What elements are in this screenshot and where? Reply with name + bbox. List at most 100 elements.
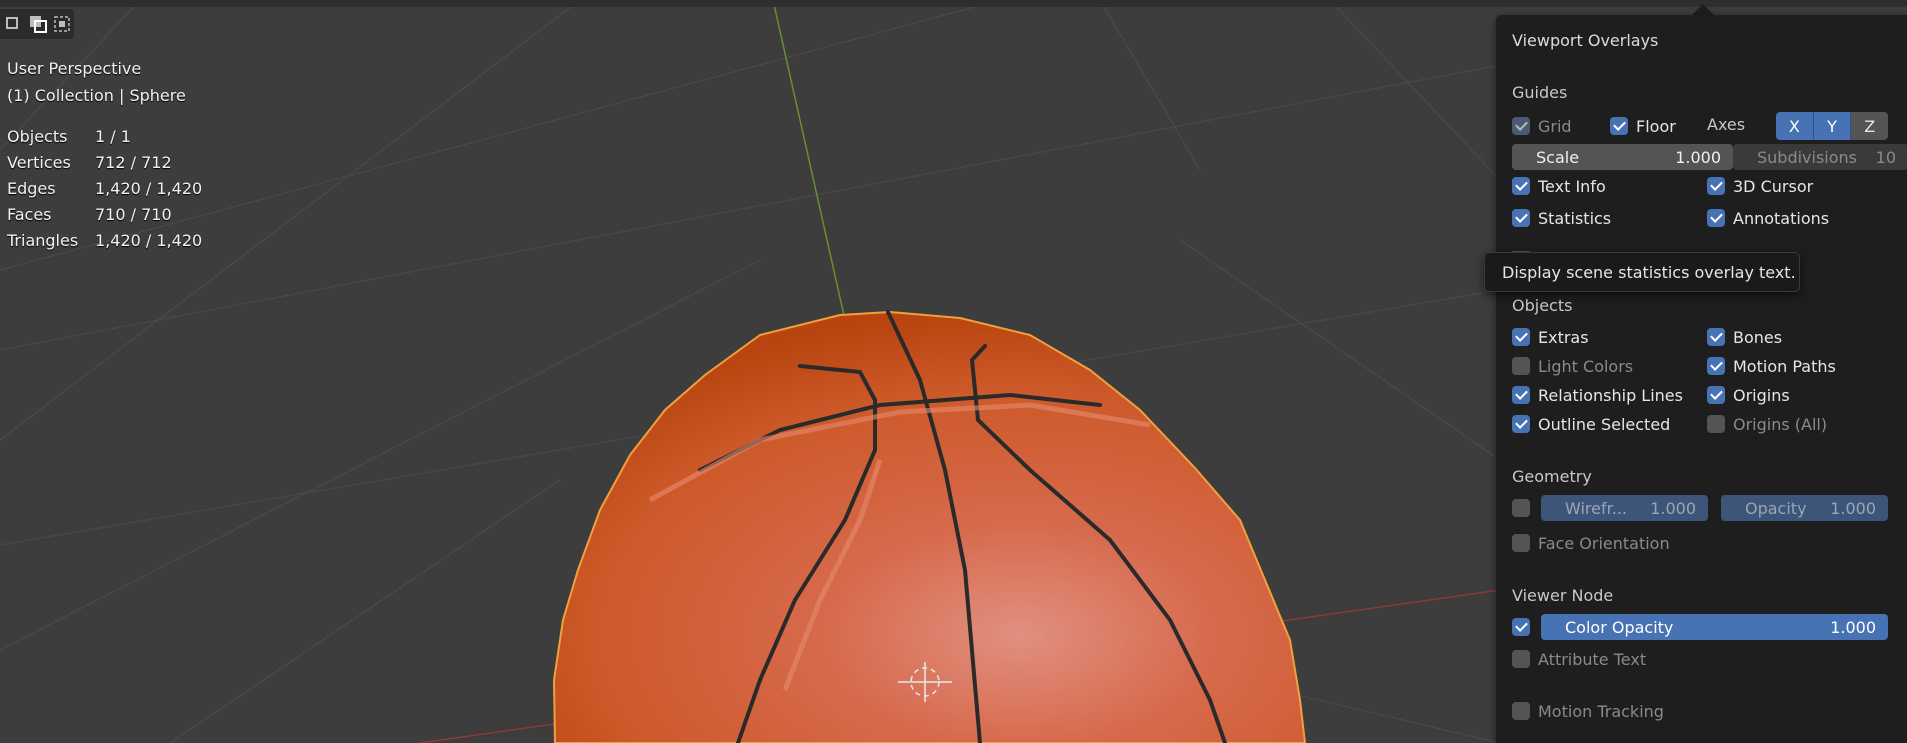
stat-row: Edges 1,420 / 1,420 (7, 176, 202, 202)
face-orientation-label: Face Orientation (1538, 533, 1670, 553)
floor-checkbox[interactable] (1610, 117, 1628, 135)
stat-row: Faces 710 / 710 (7, 202, 202, 228)
annotations-checkbox[interactable] (1707, 209, 1725, 227)
motion-paths-toggle[interactable]: Motion Paths (1707, 355, 1836, 377)
3d-cursor-label: 3D Cursor (1733, 176, 1814, 196)
origins-all-label: Origins (All) (1733, 414, 1828, 434)
bones-checkbox[interactable] (1707, 328, 1725, 346)
wireframe-toggle[interactable] (1512, 497, 1538, 519)
light-colors-checkbox[interactable] (1512, 357, 1530, 375)
color-opacity-checkbox[interactable] (1512, 618, 1530, 636)
motion-paths-checkbox[interactable] (1707, 357, 1725, 375)
face-orientation-checkbox[interactable] (1512, 534, 1530, 552)
box-select-icon[interactable] (52, 14, 72, 34)
tooltip-text: Display scene statistics overlay text. (1502, 262, 1796, 282)
color-opacity-label: Color Opacity (1565, 617, 1674, 637)
objects-heading: Objects (1512, 296, 1573, 315)
stat-value: 710 / 710 (95, 205, 172, 224)
subdivisions-value: 10 (1875, 147, 1896, 167)
relationship-lines-label: Relationship Lines (1538, 385, 1683, 405)
3d-cursor-checkbox[interactable] (1707, 177, 1725, 195)
scale-field[interactable]: Scale 1.000 (1512, 144, 1733, 170)
extras-checkbox[interactable] (1512, 328, 1530, 346)
axis-x-toggle[interactable]: X (1776, 112, 1814, 140)
viewer-node-heading: Viewer Node (1512, 586, 1614, 605)
color-opacity-value: 1.000 (1830, 617, 1876, 637)
collection-object: (1) Collection | Sphere (7, 86, 186, 105)
stat-label: Triangles (7, 231, 79, 250)
annotations-label: Annotations (1733, 208, 1830, 228)
statistics-checkbox[interactable] (1512, 209, 1530, 227)
axes-label: Axes (1707, 115, 1746, 134)
viewport-header (0, 0, 1907, 7)
bones-toggle[interactable]: Bones (1707, 326, 1782, 348)
viewport-overlays-panel: Viewport Overlays Guides Grid Floor Axes… (1496, 15, 1907, 743)
scale-value: 1.000 (1675, 147, 1721, 167)
guides-heading: Guides (1512, 83, 1568, 102)
grid-checkbox[interactable] (1512, 117, 1530, 135)
motion-tracking-label: Motion Tracking (1538, 701, 1664, 721)
stat-value: 1 / 1 (95, 127, 131, 146)
stat-label: Objects (7, 127, 68, 146)
origins-checkbox[interactable] (1707, 386, 1725, 404)
axis-y-toggle[interactable]: Y (1813, 112, 1852, 140)
axes-toggle-group: X Y Z (1776, 112, 1888, 140)
stat-value: 712 / 712 (95, 153, 172, 172)
stat-value: 1,420 / 1,420 (95, 179, 203, 198)
grid-toggle[interactable]: Grid (1512, 115, 1572, 137)
wireframe-field[interactable]: Wirefr... 1.000 (1541, 495, 1708, 521)
annotations-toggle[interactable]: Annotations (1707, 207, 1829, 229)
attribute-text-label: Attribute Text (1538, 649, 1647, 669)
grid-label: Grid (1538, 116, 1572, 136)
color-opacity-field[interactable]: Color Opacity 1.000 (1541, 614, 1888, 640)
3d-cursor-toggle[interactable]: 3D Cursor (1707, 175, 1813, 197)
floor-label: Floor (1636, 116, 1676, 136)
opacity-label: Opacity (1745, 498, 1807, 518)
color-opacity-toggle[interactable] (1512, 616, 1538, 638)
light-colors-label: Light Colors (1538, 356, 1634, 376)
face-orientation-toggle[interactable]: Face Orientation (1512, 532, 1670, 554)
panel-title: Viewport Overlays (1512, 31, 1659, 50)
stat-row: Objects 1 / 1 (7, 124, 202, 150)
origins-label: Origins (1733, 385, 1790, 405)
relationship-lines-toggle[interactable]: Relationship Lines (1512, 384, 1683, 406)
attribute-text-checkbox[interactable] (1512, 650, 1530, 668)
statistics-tooltip: Display scene statistics overlay text. (1484, 252, 1800, 292)
stat-value: 1,420 / 1,420 (95, 231, 203, 250)
subdivisions-label: Subdivisions (1757, 147, 1858, 167)
subdivisions-field[interactable]: Subdivisions 10 (1733, 144, 1907, 170)
opacity-field[interactable]: Opacity 1.000 (1721, 495, 1888, 521)
scale-label: Scale (1536, 147, 1580, 167)
origins-all-checkbox[interactable] (1707, 415, 1725, 433)
opacity-value: 1.000 (1830, 498, 1876, 518)
text-info-label: Text Info (1538, 176, 1606, 196)
motion-tracking-checkbox[interactable] (1512, 702, 1530, 720)
outline-selected-checkbox[interactable] (1512, 415, 1530, 433)
bones-label: Bones (1733, 327, 1783, 347)
statistics-toggle[interactable]: Statistics (1512, 207, 1611, 229)
extend-mode-icon[interactable] (28, 14, 48, 34)
extras-toggle[interactable]: Extras (1512, 326, 1589, 348)
extras-label: Extras (1538, 327, 1589, 347)
stat-row: Triangles 1,420 / 1,420 (7, 228, 202, 254)
select-mode-icon[interactable] (4, 14, 24, 34)
light-colors-toggle[interactable]: Light Colors (1512, 355, 1633, 377)
stat-label: Vertices (7, 153, 71, 172)
origins-toggle[interactable]: Origins (1707, 384, 1790, 406)
viewport-text-info: User Perspective (1) Collection | Sphere (7, 55, 186, 109)
geometry-heading: Geometry (1512, 467, 1592, 486)
motion-tracking-toggle[interactable]: Motion Tracking (1512, 700, 1664, 722)
text-info-checkbox[interactable] (1512, 177, 1530, 195)
wireframe-value: 1.000 (1650, 498, 1696, 518)
attribute-text-toggle[interactable]: Attribute Text (1512, 648, 1646, 670)
stat-label: Faces (7, 205, 52, 224)
relationship-lines-checkbox[interactable] (1512, 386, 1530, 404)
origins-all-toggle[interactable]: Origins (All) (1707, 413, 1827, 435)
selection-mode-toggles (0, 9, 74, 39)
text-info-toggle[interactable]: Text Info (1512, 175, 1606, 197)
view-name: User Perspective (7, 59, 142, 78)
wireframe-checkbox[interactable] (1512, 499, 1530, 517)
outline-selected-toggle[interactable]: Outline Selected (1512, 413, 1670, 435)
floor-toggle[interactable]: Floor (1610, 115, 1676, 137)
axis-z-toggle[interactable]: Z (1851, 112, 1888, 140)
